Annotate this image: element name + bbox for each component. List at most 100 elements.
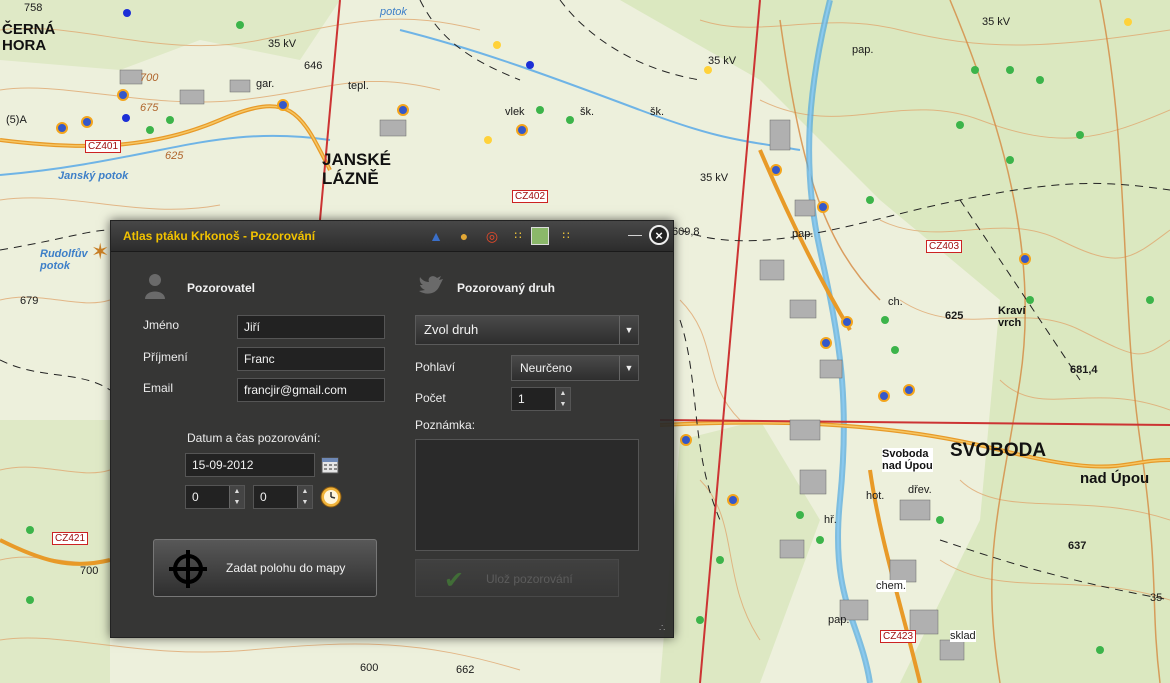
map-label-hr: hř. — [824, 514, 837, 526]
map-label-rudolfuv-potok: Rudolfův potok — [40, 248, 88, 272]
species-select[interactable]: Zvol druh ▼ — [415, 315, 639, 345]
clock-icon[interactable] — [320, 486, 342, 508]
map-icon[interactable] — [531, 227, 549, 245]
bird-logo-icon: ✶ — [91, 239, 110, 264]
email-label: Email — [143, 381, 174, 395]
map-label-tepl: tepl. — [348, 80, 369, 92]
spin-down-icon[interactable]: ▼ — [230, 497, 244, 508]
lifebuoy-icon[interactable]: ◎ — [483, 227, 501, 245]
map-label-ch: ch. — [888, 296, 903, 308]
spin-up-icon[interactable]: ▲ — [230, 486, 244, 497]
minimize-button[interactable]: — — [628, 226, 642, 244]
note-label: Poznámka: — [415, 418, 476, 432]
map-label-pap: pap. — [828, 614, 850, 626]
map-label-janske-lazne: JANSKÉ LÁZNĚ — [322, 150, 391, 188]
set-location-label: Zadat polohu do mapy — [226, 561, 346, 575]
dialog-titlebar[interactable]: ✶ Atlas ptáku Krkonoš - Pozorování ▲ ● ◎… — [91, 221, 673, 264]
spin-down-icon[interactable]: ▼ — [298, 497, 312, 508]
map-label-voltage: 35 kV — [268, 38, 297, 50]
spin-down-icon[interactable]: ▼ — [556, 399, 570, 410]
count-label: Počet — [415, 391, 446, 405]
map-label-hot: hot. — [866, 490, 885, 502]
observation-dialog: ✶ Atlas ptáku Krkonoš - Pozorování ▲ ● ◎… — [91, 220, 674, 638]
map-label-sklad: sklad — [950, 630, 976, 642]
close-button[interactable]: × — [649, 225, 669, 245]
hour-value: 0 — [192, 490, 199, 504]
map-label-pap: pap. — [852, 44, 874, 56]
count-spinner[interactable]: 1 ▲ ▼ — [511, 387, 571, 411]
map-elevation: 637 — [1068, 540, 1087, 552]
bird-icon[interactable]: ▲ — [427, 227, 445, 245]
map-label-jansky-potok: Janský potok — [58, 170, 129, 182]
sex-label: Pohlaví — [415, 360, 456, 374]
map-label-cerna-hora: ČERNÁ HORA — [2, 21, 56, 54]
map-elevation: 646 — [304, 60, 323, 72]
map-label-gar: gar. — [256, 78, 275, 90]
map-elevation: 675 — [140, 102, 159, 114]
map-label-drev: dřev. — [908, 484, 932, 496]
species-select-value: Zvol druh — [424, 322, 479, 337]
map-elevation: 681,4 — [1070, 364, 1098, 376]
note-textarea[interactable] — [415, 439, 639, 551]
road-label-cz423: CZ423 — [880, 630, 917, 643]
map-elevation: 35 — [1150, 592, 1163, 604]
dropdown-arrow-icon[interactable]: ▼ — [619, 356, 638, 380]
dropdown-arrow-icon[interactable]: ▼ — [619, 316, 638, 344]
road-label-cz402: CZ402 — [512, 190, 549, 203]
sex-select-value: Neurčeno — [520, 361, 573, 375]
user-silhouette-icon — [145, 273, 165, 299]
map-elevation: 758 — [24, 2, 43, 14]
map-elevation: 700 — [140, 72, 159, 84]
person-icon[interactable]: ● — [455, 227, 473, 245]
map-label-svoboda: SVOBODA — [950, 440, 1047, 461]
map-label-vlek: vlek — [505, 106, 525, 118]
map-label-pap: pap. — [792, 228, 814, 240]
minute-value: 0 — [260, 490, 267, 504]
map-label-chem: chem. — [876, 580, 906, 592]
count-value: 1 — [518, 392, 525, 406]
species-heading: Pozorovaný druh — [457, 281, 556, 295]
map-elevation: 700 — [80, 565, 99, 577]
road-label-cz403: CZ403 — [926, 240, 963, 253]
map-elevation: 625 — [165, 150, 184, 162]
dialog-title: Atlas ptáku Krkonoš - Pozorování — [123, 229, 316, 243]
name-label: Jméno — [143, 318, 180, 332]
resize-handle-icon[interactable]: ∴ — [659, 623, 671, 635]
save-observation-label: Ulož pozorování — [486, 572, 573, 586]
observer-heading: Pozorovatel — [187, 281, 256, 295]
sex-select[interactable]: Neurčeno ▼ — [511, 355, 639, 381]
map-label-potok: potok — [380, 6, 407, 18]
map-label-voltage: 35 kV — [982, 16, 1011, 28]
date-field[interactable]: 15-09-2012 — [185, 453, 315, 477]
layer-icon[interactable]: ∷ — [509, 227, 527, 245]
map-elevation: 662 — [456, 664, 475, 676]
datetime-label: Datum a čas pozorování: — [187, 431, 321, 445]
map-label-voltage: 35 kV — [708, 55, 737, 67]
checkmark-icon: ✔ — [444, 567, 465, 594]
layer-dots-icon[interactable]: ∷ — [557, 227, 575, 245]
map-label-voltage: 35 kV — [700, 172, 729, 184]
map-elevation: 625 — [945, 310, 964, 322]
minute-spinner[interactable]: 0 ▲ ▼ — [253, 485, 313, 509]
map-label-svoboda-town: Svoboda nad Úpou — [882, 448, 933, 472]
map-elevation: 600 — [360, 662, 379, 674]
spin-up-icon[interactable]: ▲ — [298, 486, 312, 497]
map-label-sk: šk. — [580, 106, 595, 118]
calendar-icon[interactable] — [321, 456, 339, 474]
road-label-cz421: CZ421 — [52, 532, 89, 545]
map-label-nad-upou: nad Úpou — [1080, 470, 1150, 487]
surname-field[interactable]: Franc — [237, 347, 385, 371]
surname-label: Příjmení — [143, 350, 188, 364]
spin-up-icon[interactable]: ▲ — [556, 388, 570, 399]
map-elevation: 609,8 — [672, 226, 700, 238]
email-field[interactable]: francjir@gmail.com — [237, 378, 385, 402]
hour-spinner[interactable]: 0 ▲ ▼ — [185, 485, 245, 509]
map-label-kravi-vrch: Kraví vrch — [998, 305, 1026, 329]
road-label-cz401: CZ401 — [85, 140, 122, 153]
set-location-button[interactable]: Zadat polohu do mapy — [153, 539, 377, 597]
twitter-bird-icon — [417, 273, 445, 299]
save-observation-button[interactable]: ✔ Ulož pozorování — [415, 559, 619, 597]
map-label-sa: (5)A — [6, 114, 27, 126]
name-field[interactable]: Jiří — [237, 315, 385, 339]
map-elevation: 679 — [20, 295, 39, 307]
